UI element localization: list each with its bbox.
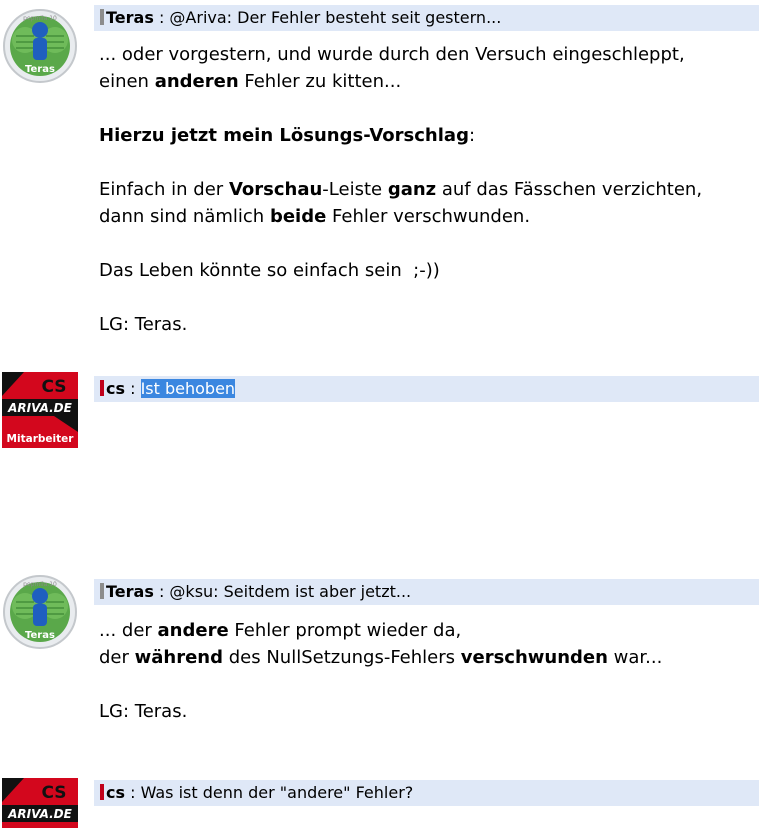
post-line: Einfach in der Vorschau-Leiste ganz auf … xyxy=(99,176,759,203)
post-body: ... der andere Fehler prompt wieder da, d… xyxy=(99,617,759,725)
avatar-label: Teras xyxy=(25,630,55,641)
teras-logo-icon: popmila.10 Teras xyxy=(3,575,77,649)
ariva-logo-icon: CS ARIVA.DE Mitarbeiter xyxy=(2,372,78,448)
bold-text: ganz xyxy=(387,179,437,200)
post-line: Das Leben könnte so einfach sein ;-)) xyxy=(99,257,759,284)
post-line: LG: Teras. xyxy=(99,311,759,338)
post-author-link[interactable]: cs xyxy=(106,783,125,802)
cs-label: CS xyxy=(41,783,66,803)
text-run: der xyxy=(99,647,135,668)
post-header: cs : Was ist denn der "andere" Fehler? xyxy=(94,780,759,806)
text-run: ... oder vorgestern, und wurde durch den… xyxy=(99,44,685,65)
bold-text: anderen xyxy=(154,71,239,92)
post-header-text: Was ist denn der "andere" Fehler? xyxy=(140,783,414,802)
ariva-logo-icon: CS ARIVA.DE xyxy=(2,778,78,828)
post-header: Teras : @Ariva: Der Fehler besteht seit … xyxy=(94,5,759,31)
text-run: auf das Fässchen verzichten, xyxy=(436,179,703,200)
text-run: Das Leben könnte so einfach sein ;-)) xyxy=(99,260,440,281)
post-line: LG: Teras. xyxy=(99,698,759,725)
text-run: Fehler verschwunden. xyxy=(326,206,531,227)
avatar-small-text: popmila.10 xyxy=(23,15,57,22)
avatar-cs[interactable]: CS ARIVA.DE xyxy=(2,778,78,832)
text-run: dann sind nämlich xyxy=(99,206,270,227)
avatar-teras[interactable]: popmila.10 Teras xyxy=(2,574,78,654)
post-body: ... oder vorgestern, und wurde durch den… xyxy=(99,41,759,338)
text-run: LG: Teras. xyxy=(99,701,188,722)
text-run: ... der xyxy=(99,620,158,641)
post-author-link[interactable]: Teras xyxy=(106,582,154,601)
post-line: einen anderen Fehler zu kitten... xyxy=(99,68,759,95)
post-line: dann sind nämlich beide Fehler verschwun… xyxy=(99,203,759,230)
bold-text: beide xyxy=(269,206,327,227)
text-run: Fehler zu kitten... xyxy=(238,71,402,92)
post-line: ... oder vorgestern, und wurde durch den… xyxy=(99,41,759,68)
text-run: LG: Teras. xyxy=(99,314,188,335)
avatar-small-text: popmila.10 xyxy=(23,581,57,588)
author-marker xyxy=(100,583,104,599)
post-line: ... der andere Fehler prompt wieder da, xyxy=(99,617,759,644)
cs-label: CS xyxy=(41,377,66,397)
post-header: cs : Ist behoben xyxy=(94,376,759,402)
post-header-text: @Ariva: Der Fehler besteht seit gestern.… xyxy=(169,8,502,27)
post-author-link[interactable]: cs xyxy=(106,379,125,398)
bold-text: Hierzu jetzt mein Lösungs-Vorschlag xyxy=(99,125,469,146)
bold-text: Vorschau xyxy=(228,179,323,200)
text-run: Fehler prompt wieder da, xyxy=(228,620,462,641)
author-marker xyxy=(100,9,104,25)
author-marker xyxy=(100,784,104,800)
avatar-label: Teras xyxy=(25,64,55,75)
avatar-teras[interactable]: popmila.10 Teras xyxy=(2,8,78,88)
text-run: war... xyxy=(607,647,663,668)
role-label: Mitarbeiter xyxy=(7,433,75,445)
text-run: : xyxy=(468,125,476,146)
post-line: Hierzu jetzt mein Lösungs-Vorschlag: xyxy=(99,122,759,149)
ariva-brand: ARIVA.DE xyxy=(7,807,72,821)
bold-text: während xyxy=(134,647,223,668)
post-line: der während des NullSetzungs-Fehlers ver… xyxy=(99,644,759,671)
bold-text: andere xyxy=(157,620,229,641)
ariva-brand: ARIVA.DE xyxy=(7,401,72,415)
text-run: Einfach in der xyxy=(99,179,229,200)
bold-text: verschwunden xyxy=(460,647,608,668)
text-run: des NullSetzungs-Fehlers xyxy=(223,647,461,668)
author-marker xyxy=(100,380,104,396)
teras-logo-icon: popmila.10 Teras xyxy=(3,9,77,83)
post-header-text: @ksu: Seitdem ist aber jetzt... xyxy=(169,582,412,601)
text-run: einen xyxy=(99,71,155,92)
text-run: -Leiste xyxy=(322,179,388,200)
post-header-text: Ist behoben xyxy=(140,379,236,398)
avatar-cs[interactable]: CS ARIVA.DE Mitarbeiter xyxy=(2,372,78,452)
post-header: Teras : @ksu: Seitdem ist aber jetzt... xyxy=(94,579,759,605)
post-author-link[interactable]: Teras xyxy=(106,8,154,27)
